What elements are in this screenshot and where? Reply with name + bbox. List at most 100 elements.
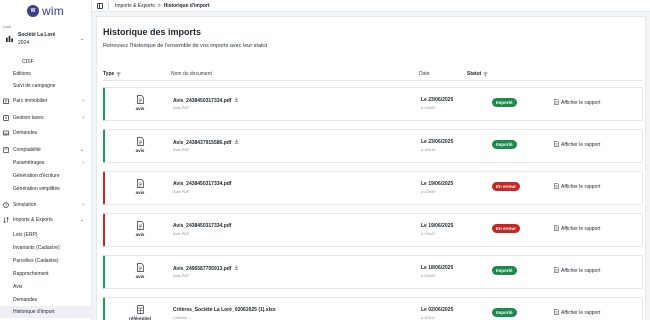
sidebar-item-historique-d-import[interactable]: Historique d'import [0,306,92,318]
sidebar-item-g-n-ration-d-criture[interactable]: Génération d'écriture [0,170,92,182]
sidebar-item-label: Demandes [13,130,38,136]
table-row: référentiel Critères_Société La Loré_0206… [103,297,643,320]
status-badge: Importé [492,98,517,107]
status-badge: En erreur [492,182,521,191]
import-time: à 13h47 [421,231,436,236]
column-date-label: Date [419,71,430,77]
sidebar-item-label: Suivi de campagne [13,83,56,89]
document-type: avis [125,221,155,237]
report-icon [554,309,559,317]
document-name-text: Avis_2496587705913.pdf [173,265,232,272]
report-icon [554,141,559,149]
chevron-right-icon: › [82,160,84,166]
show-report-link[interactable]: Afficher le rapport [554,309,600,317]
sidebar-item-parcelles-cadastre[interactable]: Parcelles (Cadastre) [0,255,92,267]
sidebar-item-label: Demandes [13,297,38,303]
spreadsheet-icon [125,305,155,314]
column-status[interactable]: Statut [467,71,489,77]
divider [108,2,109,10]
document-name-text: Critères_Société La Loré_02062025 (1).xl… [173,307,276,313]
document-name: Avis_2438450317334.pdf [173,97,239,104]
sidebar-item-parc-immobilier[interactable]: Parc immobilier › [0,95,92,107]
sidebar-item-demandes[interactable]: Demandes [0,294,92,306]
document-name-text: Avis_2438450317334.pdf [173,181,232,187]
show-report-link[interactable]: Afficher le rapport [554,99,600,107]
sidebar-item-comptabilit[interactable]: Comptabilité ⌄ [0,144,92,156]
import-date: Le 18/06/2025 [421,265,454,271]
column-name-label: Nom du document [171,71,212,77]
download-icon[interactable] [234,97,239,104]
sidebar-item-suivi-de-campagne[interactable]: Suivi de campagne [0,80,92,92]
sidebar-item-label: Parc immobilier [13,98,48,104]
import-date: Le 02/06/2025 [421,307,454,313]
sidebar-item-label: Historique d'import [13,309,55,315]
sidebar-item-invariants-cadastre[interactable]: Invariants (Cadastre) [0,242,92,254]
company-selector[interactable]: Société La Loré 2024 ⌄ [6,32,86,48]
show-report-label: Afficher le rapport [561,100,601,106]
sidebar-item-gestion-taxes[interactable]: Gestion taxes › [0,112,92,124]
sidebar: W wim Loré Société La Loré 2024 ⌄ CDIF Ed… [0,0,92,320]
sidebar-item-lots-erp[interactable]: Lots (ERP) [0,229,92,241]
report-icon [554,183,559,191]
column-type[interactable]: Type [103,71,122,77]
status-badge: Importé [492,266,517,275]
show-report-label: Afficher le rapport [561,268,601,274]
breadcrumb-parent[interactable]: Imports & Exports [115,3,155,9]
table-row: avis Avis_2496587705913.pdf Avis PDF Le 18/… [103,255,643,289]
sidebar-item-label: Lots (ERP) [13,232,38,238]
document-type-label: avis [135,190,145,195]
show-report-label: Afficher le rapport [561,310,601,316]
sidebar-item-label: Avis [13,284,23,290]
brand-logo[interactable]: W wim [27,4,64,18]
sidebar-item-demandes[interactable]: Demandes [0,127,92,139]
document-type-label: référentiel [129,316,151,320]
sidebar-item-simulation[interactable]: Simulation › [0,199,92,211]
download-icon[interactable] [234,139,239,146]
toggle-sidebar-icon[interactable] [97,3,103,9]
company-name: Société La Loré [18,32,56,38]
import-time: à 13h59 [421,189,436,194]
show-report-link[interactable]: Afficher le rapport [554,267,600,275]
building-icon [3,98,9,104]
sidebar-item-editions[interactable]: Editions [0,68,92,80]
sidebar-item-rapprochement[interactable]: Rapprochement [0,268,92,280]
document-subtype: Avis PDF [173,189,190,194]
sidebar-item-imports-exports[interactable]: Imports & Exports ⌄ [0,214,92,226]
document-subtype: Avis PDF [173,147,190,152]
show-report-link[interactable]: Afficher le rapport [554,141,600,149]
document-subtype: Avis PDF [173,231,190,236]
download-icon[interactable] [234,265,239,272]
breadcrumb-current: Historique d'import [163,3,210,9]
filter-icon[interactable] [116,71,122,77]
column-status-label: Statut [467,71,482,77]
sidebar-item-label: Rapprochement [13,271,49,277]
document-type-label: avis [135,274,145,279]
import-date: Le 23/06/2025 [421,97,454,103]
page-subtitle: Retrouvez l'historique de l'ensemble de … [103,43,268,49]
table-row: avis Avis_2438450317334.pdf Avis PDF Le 23/… [103,87,643,121]
show-report-label: Afficher le rapport [561,226,601,232]
chevron-right-icon: › [82,98,84,104]
document-type-label: avis [135,106,145,111]
breadcrumb-separator: > [157,3,161,9]
document-subtype: Critères [173,315,188,320]
sidebar-item-avis[interactable]: Avis [0,281,92,293]
table-header: Type Nom du document Date Statut [103,67,643,81]
sidebar-item-cdif[interactable]: CDIF [0,56,92,68]
sidebar-item-label: Invariants (Cadastre) [13,245,60,251]
document-type: avis [125,179,155,195]
filter-icon[interactable] [483,71,489,77]
sidebar-item-param-trages[interactable]: Paramétrages › [0,157,92,169]
show-report-label: Afficher le rapport [561,184,601,190]
status-badge: Importé [492,140,517,149]
imports-card: Historique des imports Retrouvez l'histo… [96,16,646,320]
show-report-link[interactable]: Afficher le rapport [554,183,600,191]
logo-mark-icon: W [27,5,39,17]
logo-text: wim [42,4,64,18]
building-icon [6,35,13,42]
sidebar-item-g-n-ration-simplifi-e[interactable]: Génération simplifiée [0,183,92,195]
show-report-link[interactable]: Afficher le rapport [554,225,600,233]
document-name: Avis_2438450317334.pdf [173,223,231,229]
report-icon [554,99,559,107]
document-icon [125,137,155,146]
